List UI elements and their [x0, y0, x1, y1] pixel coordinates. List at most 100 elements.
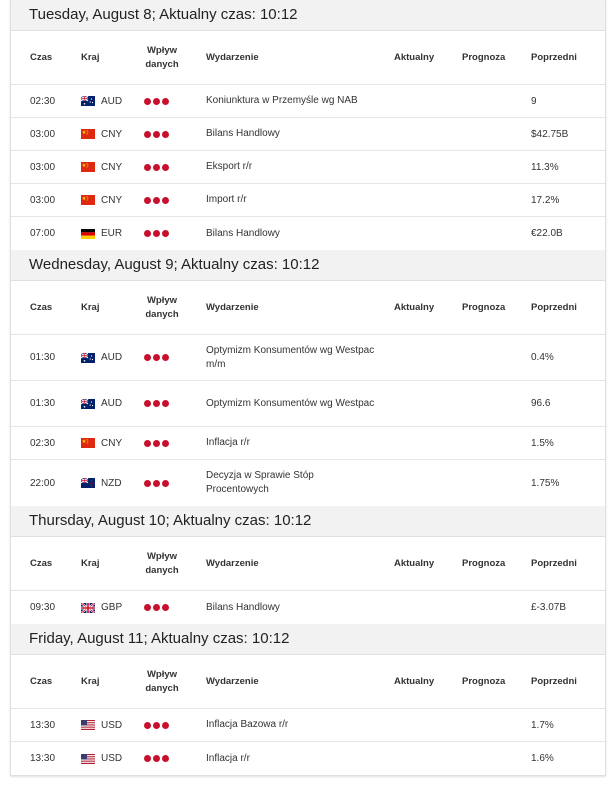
event-country: AUD [80, 85, 122, 117]
column-header-actual: Aktualny [394, 558, 435, 569]
impact-indicator [144, 85, 169, 117]
impact-dot-icon [162, 354, 169, 361]
column-header-time: Czas [30, 558, 53, 569]
impact-dot-icon [162, 163, 169, 171]
event-country: NZD [80, 460, 122, 506]
currency-code: EUR [101, 228, 123, 239]
column-header-country: Kraj [81, 52, 100, 63]
column-header-row: Czas Kraj Wpływ danych Wydarzenie Aktualn… [11, 31, 605, 85]
event-row[interactable]: 02:30 CNY Inflacja r/r 1.5% [11, 427, 605, 460]
flag-australia-icon [80, 352, 95, 363]
column-header-event: Wydarzenie [206, 675, 259, 687]
event-previous: 1.5% [531, 437, 554, 449]
event-row[interactable]: 01:30 AUD Optymizm Konsumentów wg Westpa… [11, 381, 605, 427]
column-header-time: Czas [30, 302, 53, 313]
event-time: 09:30 [30, 602, 56, 613]
impact-dot-icon [153, 755, 160, 762]
event-previous: €22.0B [531, 228, 563, 239]
column-header-impact: Wpływ danych [144, 31, 180, 84]
impact-indicator [144, 151, 169, 183]
column-header-row: Czas Kraj Wpływ danych Wydarzenie Aktualn… [11, 655, 605, 709]
impact-header-line1: Wpływ [146, 550, 178, 562]
impact-dot-icon [162, 196, 169, 204]
event-row[interactable]: 13:30 USD Inflacja Bazowa r/r 1.7% [11, 709, 605, 742]
event-previous: $42.75B [531, 128, 569, 140]
column-header-impact: Wpływ danych [144, 281, 180, 334]
currency-code: CNY [101, 437, 123, 449]
flag-australia-icon [80, 398, 95, 409]
event-row[interactable]: 03:00 CNY Bilans Handlowy $42.75B [11, 118, 605, 151]
event-name: Bilans Handlowy [206, 601, 280, 613]
event-time: 03:00 [30, 161, 56, 173]
impact-dot-icon [153, 97, 160, 105]
event-row[interactable]: 03:00 CNY Import r/r 17.2% [11, 184, 605, 217]
event-row[interactable]: 22:00 NZD Decyzja w Sprawie Stóp Procent… [11, 460, 605, 506]
event-row[interactable]: 13:30 USD Inflacja r/r 1.6% [11, 742, 605, 775]
event-name: Optymizm Konsumentów wg Westpac m/m [206, 344, 375, 370]
event-name: Inflacja r/r [206, 437, 250, 448]
impact-indicator [144, 709, 169, 741]
event-row[interactable]: 03:00 CNY Eksport r/r 11.3% [11, 151, 605, 184]
impact-header-line1: Wpływ [146, 44, 178, 56]
impact-dot-icon [162, 479, 169, 487]
event-time: 03:00 [30, 128, 56, 140]
event-time: 02:30 [30, 95, 56, 107]
currency-code: CNY [101, 161, 123, 173]
impact-dot-icon [153, 479, 160, 487]
column-header-impact: Wpływ danych [144, 537, 180, 590]
impact-dot-icon [153, 196, 160, 204]
event-row[interactable]: 09:30 GBP Bilans Handlowy £-3.07B [11, 591, 605, 624]
event-row[interactable]: 07:00 EUR Bilans Handlowy €22.0B [11, 217, 605, 250]
impact-indicator [144, 460, 169, 506]
currency-code: GBP [101, 602, 123, 613]
currency-code: USD [101, 719, 123, 731]
impact-header-line2: danych [145, 682, 179, 694]
day-section: Wednesday, August 9; Aktualny czas: 10:1… [11, 250, 605, 506]
impact-indicator [144, 118, 169, 150]
event-country: CNY [81, 151, 122, 183]
impact-dot-icon [153, 400, 160, 407]
event-time: 13:30 [30, 719, 56, 731]
column-header-previous: Poprzedni [531, 302, 577, 313]
flag-china-icon [81, 162, 95, 172]
impact-indicator [144, 184, 169, 216]
impact-header-line2: danych [145, 58, 179, 70]
impact-indicator [144, 335, 169, 380]
flag-china-icon [81, 195, 95, 205]
event-name: Inflacja r/r [206, 752, 250, 764]
column-header-time: Czas [30, 676, 53, 687]
event-country: EUR [81, 217, 122, 250]
impact-dot-icon [153, 439, 160, 447]
flag-germany-icon [81, 228, 95, 239]
event-name: Optymizm Konsumentów wg Westpac [206, 397, 375, 409]
event-row[interactable]: 02:30 AUD Koniunktura w Przemyśle wg NAB… [11, 85, 605, 118]
event-country: CNY [81, 427, 122, 459]
event-previous: 17.2% [531, 194, 560, 206]
impact-dot-icon [162, 400, 169, 407]
column-header-actual: Aktualny [394, 52, 435, 63]
day-section: Thursday, August 10; Aktualny czas: 10:1… [11, 506, 605, 624]
event-row[interactable]: 01:30 AUD Optymizm Konsumentów wg Westpa… [11, 335, 605, 381]
flag-china-icon [81, 438, 95, 448]
impact-dot-icon [153, 130, 160, 138]
impact-indicator [144, 427, 169, 459]
impact-dot-icon [162, 439, 169, 447]
impact-dot-icon [153, 354, 160, 361]
column-header-time: Czas [30, 52, 53, 63]
currency-code: CNY [101, 194, 123, 206]
flag-new-zealand-icon [80, 477, 95, 488]
event-name: Koniunktura w Przemyśle wg NAB [206, 95, 358, 106]
impact-dot-icon [144, 479, 151, 487]
impact-dot-icon [153, 163, 160, 171]
column-header-actual: Aktualny [394, 676, 435, 687]
flag-china-icon [81, 129, 95, 139]
impact-dot-icon [162, 604, 169, 611]
column-header-country: Kraj [81, 302, 100, 313]
event-name: Import r/r [206, 194, 247, 205]
event-name: Inflacja Bazowa r/r [206, 719, 289, 730]
impact-header-line2: danych [145, 564, 179, 576]
currency-code: AUD [101, 352, 123, 363]
flag-usa-icon [81, 720, 95, 730]
impact-indicator [144, 381, 169, 426]
event-name: Eksport r/r [206, 161, 253, 172]
